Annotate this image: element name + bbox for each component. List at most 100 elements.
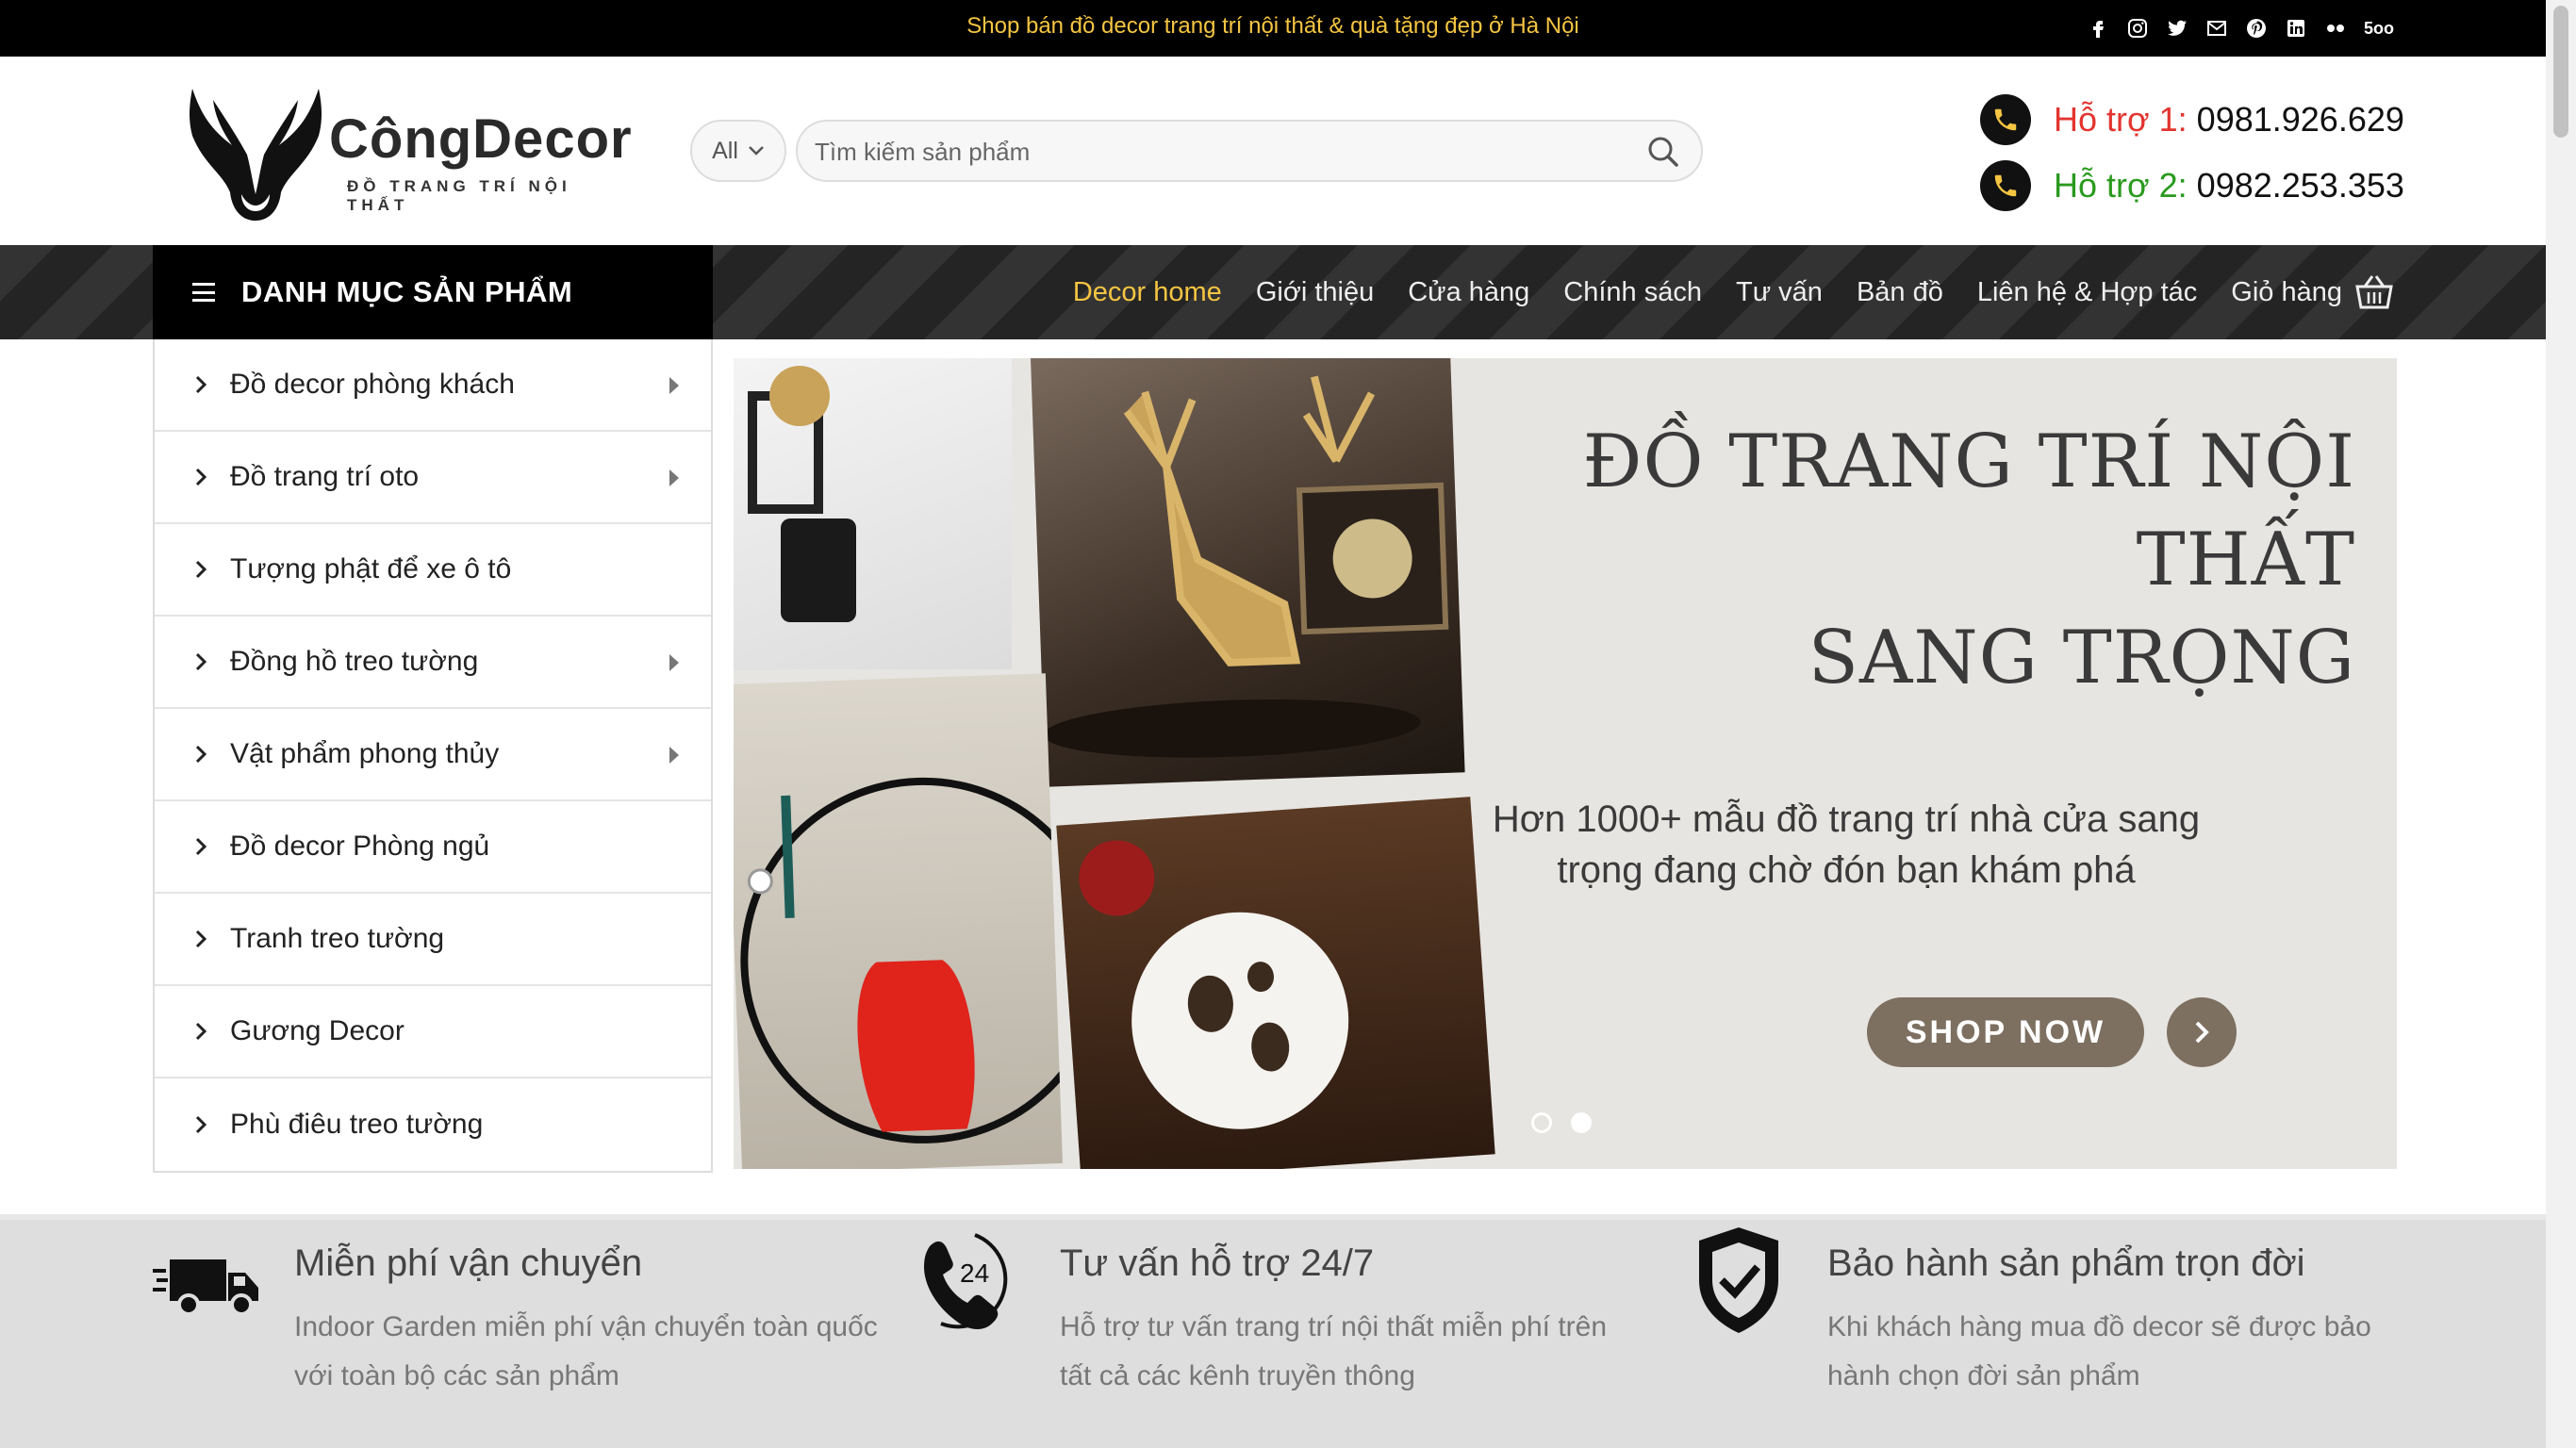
500px-icon[interactable]: 5oo	[2363, 16, 2395, 41]
social-links: 5oo	[2086, 13, 2395, 43]
sidebar-item-label: Tượng phật để xe ô tô	[230, 553, 512, 584]
sidebar-item[interactable]: Đồng hồ treo tường	[155, 617, 711, 709]
logo-brand-text: CôngDecor	[329, 108, 633, 170]
chevron-right-icon	[195, 652, 207, 671]
phone-24-icon: 24	[924, 1233, 1008, 1329]
banner-photo-vase	[734, 358, 1012, 669]
pinterest-icon[interactable]	[2244, 16, 2269, 41]
basket-icon	[2355, 275, 2393, 309]
sidebar-item-label: Gương Decor	[230, 1015, 405, 1046]
chevron-right-icon	[195, 930, 207, 948]
hamburger-icon	[192, 283, 215, 302]
nav-item-gioi-thieu[interactable]: Giới thiệu	[1256, 277, 1374, 308]
search-field	[796, 120, 1703, 182]
banner-photo-red-vase	[734, 673, 1063, 1169]
chevron-right-icon	[195, 560, 207, 579]
banner-headline: ĐỒ TRANG TRÍ NỘI THẤT SANG TRỌNG	[1469, 413, 2355, 707]
nav-item-ban-do[interactable]: Bản đồ	[1857, 277, 1943, 308]
nav-item-chinh-sach[interactable]: Chính sách	[1563, 277, 1702, 308]
banner-subline: Hơn 1000+ mẫu đồ trang trí nhà cửa sang …	[1488, 794, 2204, 896]
instagram-icon[interactable]	[2125, 16, 2150, 41]
facebook-icon[interactable]	[2086, 16, 2110, 41]
sidebar-item[interactable]: Phù điêu treo tường	[155, 1078, 711, 1171]
email-icon[interactable]	[2204, 16, 2229, 41]
feature-desc: Khi khách hàng mua đồ decor sẽ được bảo …	[1827, 1311, 2371, 1391]
sidebar-item[interactable]: Vật phẩm phong thủy	[155, 709, 711, 801]
hotline-2-number: 0982.253.353	[2196, 166, 2404, 205]
sidebar-item[interactable]: Đồ decor Phòng ngủ	[155, 801, 711, 894]
banner-photo-lamp	[1056, 797, 1495, 1169]
hotline-1[interactable]: Hỗ trợ 1: 0981.926.629	[1980, 93, 2404, 146]
linkedin-icon[interactable]	[2284, 16, 2308, 41]
slider-dots	[1531, 1112, 1592, 1133]
hotline-2[interactable]: Hỗ trợ 2: 0982.253.353	[1980, 159, 2404, 212]
feature-title: Miễn phí vận chuyển	[294, 1242, 643, 1284]
category-menu-button[interactable]: DANH MỤC SẢN PHẨM	[153, 245, 713, 339]
category-menu-label: DANH MỤC SẢN PHẨM	[241, 275, 573, 308]
shop-now-button[interactable]: SHOP NOW	[1867, 997, 2144, 1067]
sidebar-item[interactable]: Tượng phật để xe ô tô	[155, 524, 711, 617]
hero-banner-slider[interactable]: ĐỒ TRANG TRÍ NỘI THẤT SANG TRỌNG Hơn 100…	[734, 358, 2397, 1169]
banner-subline-line-2: trọng đang chờ đón bạn khám phá	[1557, 849, 2136, 891]
chevron-right-icon	[195, 745, 207, 764]
sidebar-item[interactable]: Gương Decor	[155, 986, 711, 1078]
banner-headline-line-2: SANG TRỌNG	[1808, 616, 2355, 700]
feature-desc: Indoor Garden miễn phí vận chuyển toàn q…	[294, 1311, 878, 1391]
top-bar: Shop bán đồ decor trang trí nội thất & q…	[0, 0, 2546, 57]
banner-headline-line-1: ĐỒ TRANG TRÍ NỘI THẤT	[1582, 420, 2355, 602]
features-strip: Miễn phí vận chuyển Indoor Garden miễn p…	[0, 1214, 2546, 1448]
twitter-icon[interactable]	[2165, 16, 2189, 41]
hotline-1-number: 0981.926.629	[2196, 100, 2404, 139]
submenu-arrow-icon	[669, 747, 679, 764]
sidebar-item[interactable]: Đồ trang trí oto	[155, 432, 711, 524]
feature-title: Tư vấn hỗ trợ 24/7	[1060, 1242, 1375, 1284]
nav-item-tu-van[interactable]: Tư vấn	[1736, 277, 1823, 308]
submenu-arrow-icon	[669, 654, 679, 671]
banner-photo-deer	[1031, 358, 1465, 787]
svg-text:24: 24	[960, 1259, 989, 1288]
slider-dot-1[interactable]	[1531, 1112, 1552, 1133]
phone-icon	[1980, 94, 2031, 145]
sidebar-item-label: Đồng hồ treo tường	[230, 646, 479, 677]
wings-logo-icon	[190, 89, 322, 221]
submenu-arrow-icon	[669, 469, 679, 486]
sidebar-item[interactable]: Đồ decor phòng khách	[155, 339, 711, 432]
nav-item-cart[interactable]: Giỏ hàng	[2231, 273, 2395, 311]
logo-tagline: ĐỒ TRANG TRÍ NỘI THẤT	[347, 177, 571, 214]
feature-title: Bảo hành sản phẩm trọn đời	[1827, 1242, 2305, 1284]
category-sidebar: Đồ decor phòng khách Đồ trang trí oto Tư…	[153, 339, 713, 1173]
main-nav: Decor home Giới thiệu Cửa hàng Chính sác…	[1073, 245, 2395, 339]
chevron-down-icon	[749, 146, 764, 156]
chevron-right-icon	[2195, 1021, 2209, 1044]
slider-dot-2[interactable]	[1571, 1112, 1592, 1133]
hotline-2-label: Hỗ trợ 2:	[2054, 166, 2188, 205]
chevron-right-icon	[195, 837, 207, 856]
search-icon[interactable]	[1646, 135, 1680, 169]
search-category-value: All	[712, 137, 738, 164]
scrollbar-thumb[interactable]	[2553, 6, 2568, 138]
sidebar-item-label: Đồ decor Phòng ngủ	[230, 831, 490, 862]
cart-label: Giỏ hàng	[2231, 276, 2342, 307]
shield-check-icon	[1699, 1227, 1778, 1333]
chevron-right-icon	[195, 1022, 207, 1041]
next-slide-button[interactable]	[2167, 997, 2237, 1067]
sidebar-item[interactable]: Tranh treo tường	[155, 894, 711, 986]
sidebar-item-label: Vật phẩm phong thủy	[230, 738, 500, 769]
phone-icon	[1980, 160, 2031, 211]
site-logo[interactable]: CôngDecor ĐỒ TRANG TRÍ NỘI THẤT	[185, 79, 632, 222]
chevron-right-icon	[195, 375, 207, 394]
page-scrollbar[interactable]	[2546, 0, 2576, 1448]
nav-item-cua-hang[interactable]: Cửa hàng	[1408, 277, 1529, 308]
search-input[interactable]	[815, 131, 1626, 173]
submenu-arrow-icon	[669, 377, 679, 394]
search-category-select[interactable]: All	[690, 120, 786, 182]
sidebar-item-label: Đồ decor phòng khách	[230, 369, 515, 400]
nav-item-decor-home[interactable]: Decor home	[1073, 277, 1222, 308]
nav-item-lien-he[interactable]: Liên hệ & Hợp tác	[1977, 277, 2197, 308]
sidebar-item-label: Tranh treo tường	[230, 923, 445, 954]
feature-desc: Hỗ trợ tư vấn trang trí nội thất miễn ph…	[1060, 1311, 1608, 1391]
hotline-1-label: Hỗ trợ 1:	[2054, 100, 2188, 139]
sidebar-item-label: Phù điêu treo tường	[230, 1109, 484, 1140]
flickr-icon[interactable]	[2323, 16, 2348, 41]
banner-subline-line-1: Hơn 1000+ mẫu đồ trang trí nhà cửa sang	[1492, 798, 2201, 840]
